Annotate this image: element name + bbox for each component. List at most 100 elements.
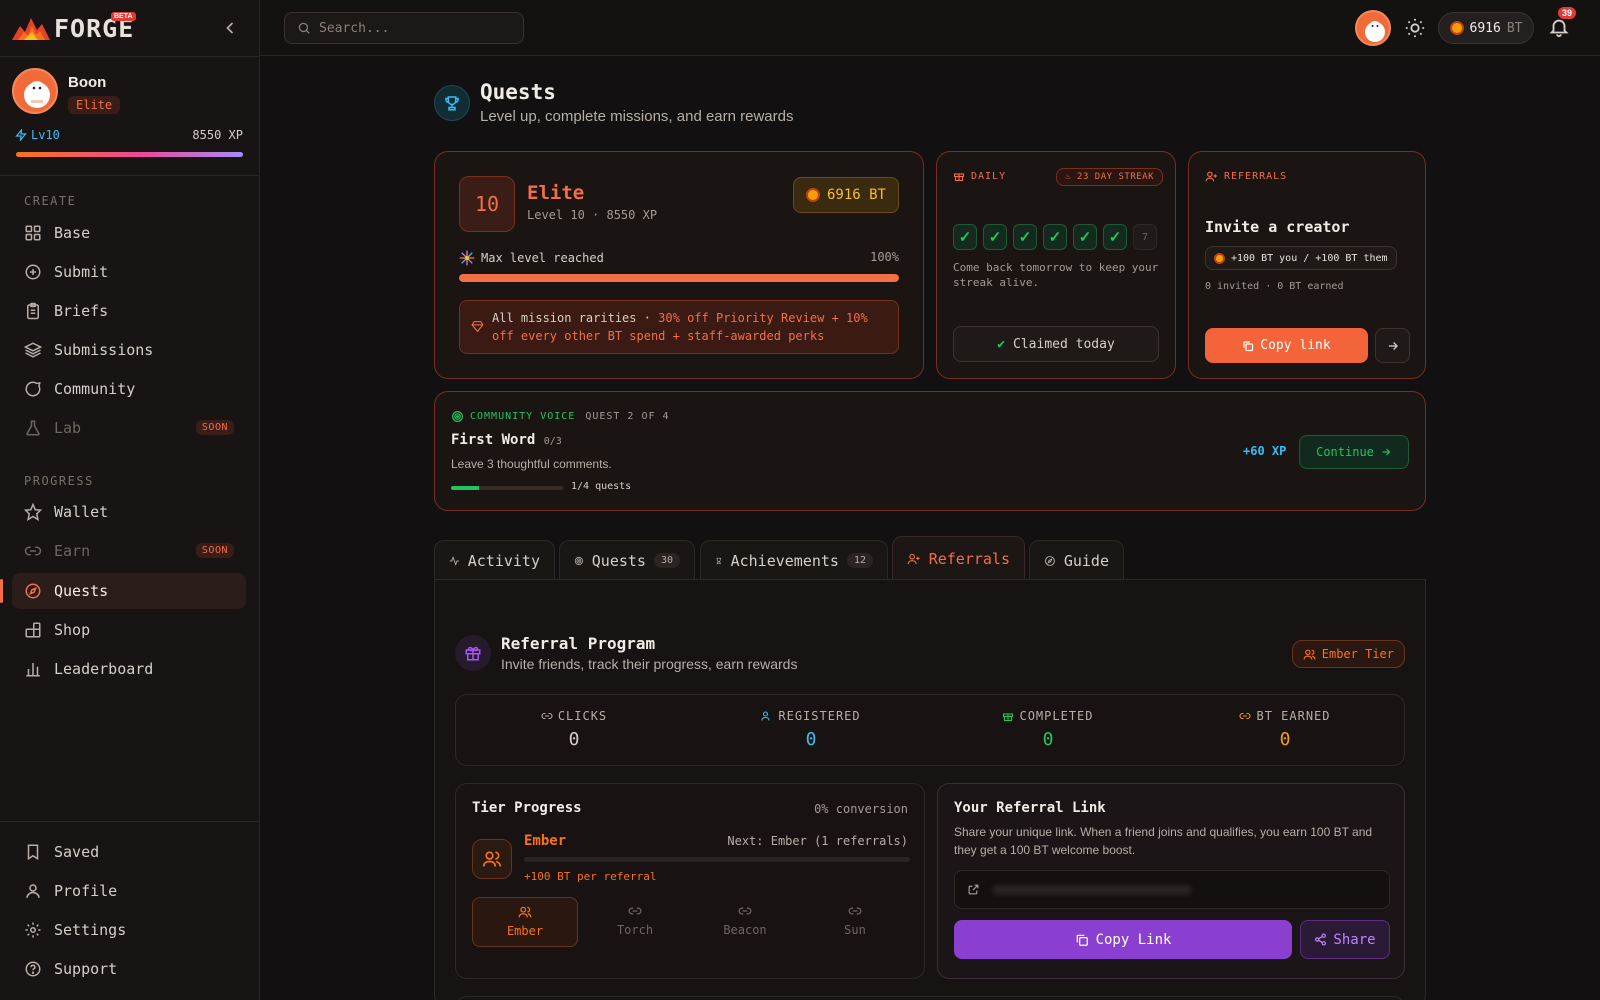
redacted-link <box>992 884 1192 895</box>
open-referrals-button[interactable] <box>1375 328 1410 363</box>
sidebar-item-label: Quests <box>54 582 109 600</box>
gift-icon <box>1003 713 1014 722</box>
gear-icon <box>25 922 41 938</box>
sidebar-item-lab[interactable]: Lab SOON <box>12 410 246 446</box>
daily-message: Come back tomorrow to keep your streak a… <box>953 261 1159 289</box>
tab-achievements[interactable]: Achievements 12 <box>700 540 888 580</box>
copy-link-label: Copy Link <box>1095 931 1172 948</box>
sidebar-item-submissions[interactable]: Submissions <box>12 332 246 368</box>
share-button[interactable]: Share <box>1300 920 1390 959</box>
bell-icon[interactable] <box>1548 16 1570 38</box>
copy-link-button[interactable]: Copy link <box>1205 328 1368 363</box>
stat-value: 0 <box>568 729 580 750</box>
sidebar-item-leaderboard[interactable]: Leaderboard <box>12 651 246 687</box>
stat-label: CLICKS <box>557 709 608 723</box>
level-text: Lv10 <box>31 128 60 142</box>
sidebar-item-label: Briefs <box>54 302 109 320</box>
tab-referrals[interactable]: Referrals <box>892 536 1025 580</box>
divider <box>0 821 260 822</box>
sidebar-item-briefs[interactable]: Briefs <box>12 293 246 329</box>
sidebar-item-label: Profile <box>54 882 118 900</box>
flame-logo-icon <box>12 18 50 40</box>
sidebar-item-earn[interactable]: Earn SOON <box>12 533 246 569</box>
coin-icon <box>1214 252 1225 264</box>
streak-day-done: ✓ <box>1073 224 1097 250</box>
coin-icon <box>805 188 820 202</box>
stat-clicks: CLICKS 0 <box>474 709 674 750</box>
star-icon <box>24 503 42 521</box>
tab-activity[interactable]: Activity <box>434 540 555 580</box>
external-link-icon <box>968 884 979 895</box>
tier-sun[interactable]: Sun <box>802 897 908 947</box>
sidebar-item-submit[interactable]: Submit <box>12 254 246 290</box>
coin-icon <box>1449 21 1464 35</box>
perk-info: All mission rarities · 30% off Priority … <box>459 300 899 354</box>
sidebar-item-quests[interactable]: Quests <box>0 573 246 609</box>
gem-icon <box>471 321 484 333</box>
stat-label: BT EARNED <box>1256 709 1331 723</box>
tier-torch[interactable]: Torch <box>582 897 688 947</box>
streak-day-done: ✓ <box>1013 224 1037 250</box>
referrals-heading: REFERRALS <box>1205 170 1287 183</box>
nav-section-progress: PROGRESS <box>24 474 94 488</box>
target-icon <box>452 411 463 422</box>
search-input[interactable]: Search... <box>284 12 524 44</box>
referral-link-field[interactable] <box>954 870 1390 909</box>
avatar[interactable] <box>12 68 58 114</box>
sidebar-item-saved[interactable]: Saved <box>12 834 246 870</box>
sidebar-item-support[interactable]: Support <box>12 951 246 987</box>
stat-label: REGISTERED <box>778 709 861 723</box>
collapse-sidebar-icon[interactable] <box>220 18 240 38</box>
continue-label: Continue <box>1316 445 1374 459</box>
daily-heading-text: DAILY <box>971 170 1007 182</box>
referral-link-description: Share your unique link. When a friend jo… <box>954 825 1373 857</box>
stat-value: 0 <box>1279 729 1291 750</box>
max-level-row: Max level reached 100% <box>459 250 899 269</box>
share-icon <box>1315 933 1327 946</box>
tab-quests[interactable]: Quests 30 <box>559 540 695 580</box>
sidebar-item-label: Settings <box>54 921 127 939</box>
quest-progress-fill <box>451 486 479 490</box>
active-quest-card: COMMUNITY VOICE QUEST 2 OF 4 First Word … <box>434 391 1426 511</box>
balance-pill[interactable]: 6916 BT <box>1438 12 1534 44</box>
sidebar-item-profile[interactable]: Profile <box>12 873 246 909</box>
bar-chart-icon <box>26 663 40 677</box>
continue-quest-button[interactable]: Continue <box>1299 435 1409 469</box>
referral-link-title: Your Referral Link <box>954 800 1106 816</box>
quest-title-text: First Word <box>451 432 536 448</box>
tier-beacon[interactable]: Beacon <box>692 897 798 947</box>
copy-referral-link-button[interactable]: Copy Link <box>954 920 1292 959</box>
sidebar-item-shop[interactable]: Shop <box>12 612 246 648</box>
users-icon <box>472 839 512 879</box>
tier-ember[interactable]: Ember <box>472 897 578 947</box>
sidebar: FORGE BETA Boon Elite Lv10 8550 XP CREAT… <box>0 0 260 1000</box>
tier-badge-text: Ember Tier <box>1321 647 1394 661</box>
next-section-card <box>455 996 1405 1000</box>
level-progress-fill <box>459 274 899 282</box>
claimed-today-button[interactable]: ✔ Claimed today <box>953 326 1159 362</box>
avatar[interactable] <box>1355 10 1391 46</box>
tab-guide[interactable]: Guide <box>1029 540 1124 580</box>
referral-program-panel: Referral Program Invite friends, track t… <box>434 579 1426 1000</box>
sidebar-item-wallet[interactable]: Wallet <box>12 494 246 530</box>
sidebar-item-community[interactable]: Community <box>12 371 246 407</box>
xp-label: 8550 XP <box>192 128 243 142</box>
top-bar: Search... 6916 BT 39 <box>260 0 1600 56</box>
sidebar-item-label: Saved <box>54 843 100 861</box>
activity-icon <box>449 555 459 566</box>
tier-name: Elite <box>527 182 585 204</box>
tier-label: Ember <box>506 924 544 938</box>
trophy-icon <box>434 85 470 121</box>
reward-pill: +100 BT you / +100 BT them <box>1205 246 1397 270</box>
sidebar-item-label: Community <box>54 380 136 398</box>
sidebar-item-settings[interactable]: Settings <box>12 912 246 948</box>
referral-program-title: Referral Program <box>501 634 656 653</box>
max-level-percent: 100% <box>870 250 899 264</box>
sun-icon[interactable] <box>1404 17 1426 39</box>
sidebar-item-base[interactable]: Base <box>12 215 246 251</box>
level-progress-bar <box>459 274 899 282</box>
flask-icon <box>26 420 40 436</box>
brand-logo[interactable]: FORGE BETA <box>12 12 248 44</box>
nav-section-create: CREATE <box>24 194 77 208</box>
level-number: 10 <box>459 176 515 232</box>
